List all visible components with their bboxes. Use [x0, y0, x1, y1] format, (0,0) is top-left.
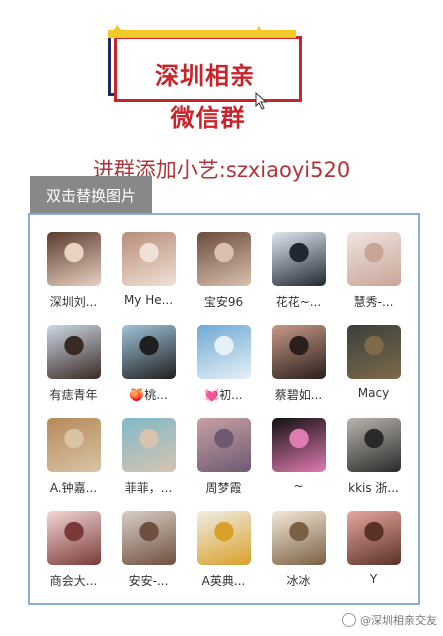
member-item[interactable]: 🍑桃...	[111, 325, 186, 403]
member-item[interactable]: 💓初...	[186, 325, 261, 403]
member-avatar[interactable]	[46, 418, 101, 472]
member-item[interactable]: 蔡碧如...	[261, 325, 336, 403]
member-item[interactable]: 菲菲，...	[111, 418, 186, 496]
member-item[interactable]: 花花~...	[261, 232, 336, 310]
member-name: A.钟嘉...	[49, 481, 98, 495]
member-item[interactable]: 有痣青年	[36, 325, 111, 403]
member-item[interactable]: A.钟嘉...	[36, 418, 111, 496]
member-avatar[interactable]	[271, 325, 326, 379]
watermark: @深圳相亲交友	[342, 612, 437, 628]
member-avatar[interactable]	[346, 325, 401, 379]
member-name: kkis 浙...	[348, 481, 399, 495]
member-name: 菲菲，...	[124, 481, 173, 495]
member-name: 商会大...	[49, 574, 98, 588]
member-avatar[interactable]	[196, 418, 251, 472]
member-name: Y	[369, 572, 378, 586]
member-avatar[interactable]	[121, 511, 176, 565]
cursor-icon	[255, 92, 268, 110]
member-item[interactable]: 慧秀-...	[336, 232, 411, 310]
member-avatar[interactable]	[196, 232, 251, 286]
member-avatar[interactable]	[121, 232, 176, 286]
member-item[interactable]: 冰冰	[261, 511, 336, 589]
member-name: My He...	[123, 293, 174, 307]
member-avatar[interactable]	[121, 418, 176, 472]
member-name: 深圳刘...	[49, 295, 98, 309]
member-item[interactable]: A英典...	[186, 511, 261, 589]
member-name: 慧秀-...	[353, 295, 394, 309]
member-avatar[interactable]	[196, 511, 251, 565]
member-avatar[interactable]	[46, 325, 101, 379]
member-name: 周梦霞	[205, 481, 242, 495]
member-item[interactable]: 宝安96	[186, 232, 261, 310]
member-name: 🍑桃...	[129, 388, 168, 402]
member-avatar[interactable]	[46, 232, 101, 286]
member-avatar[interactable]	[196, 325, 251, 379]
member-avatar[interactable]	[46, 511, 101, 565]
member-name: 安安-...	[128, 574, 169, 588]
member-avatar[interactable]	[271, 511, 326, 565]
member-item[interactable]: ~	[261, 418, 336, 493]
member-name: 冰冰	[286, 574, 311, 588]
member-name: 宝安96	[203, 295, 244, 309]
member-name: 蔡碧如...	[274, 388, 323, 402]
member-avatar[interactable]	[271, 418, 326, 472]
member-name: 💓初...	[204, 388, 243, 402]
member-avatar[interactable]	[121, 325, 176, 379]
member-name: A英典...	[201, 574, 246, 588]
replace-image-button[interactable]: 双击替换图片	[30, 176, 152, 214]
watermark-text: @深圳相亲交友	[360, 614, 437, 627]
member-avatar[interactable]	[271, 232, 326, 286]
banner-accent-bar	[108, 30, 296, 38]
member-avatar[interactable]	[346, 418, 401, 472]
title-banner: ✦ ✦ ✦ 深圳相亲 微信群	[108, 22, 308, 134]
member-name: 花花~...	[275, 295, 322, 309]
member-name: ~	[293, 479, 304, 493]
member-item[interactable]: 周梦霞	[186, 418, 261, 496]
member-name: Macy	[357, 386, 390, 400]
member-item[interactable]: 商会大...	[36, 511, 111, 589]
member-item[interactable]: 深圳刘...	[36, 232, 111, 310]
member-avatar[interactable]	[346, 232, 401, 286]
banner-title-line2: 微信群	[170, 104, 246, 132]
member-item[interactable]: My He...	[111, 232, 186, 307]
watermark-logo-icon	[342, 613, 356, 627]
member-item[interactable]: Macy	[336, 325, 411, 400]
member-item[interactable]: Y	[336, 511, 411, 586]
member-avatar[interactable]	[346, 511, 401, 565]
member-name: 有痣青年	[49, 388, 98, 402]
banner-title-line1: 深圳相亲	[155, 62, 255, 90]
member-item[interactable]: 安安-...	[111, 511, 186, 589]
member-item[interactable]: kkis 浙...	[336, 418, 411, 496]
